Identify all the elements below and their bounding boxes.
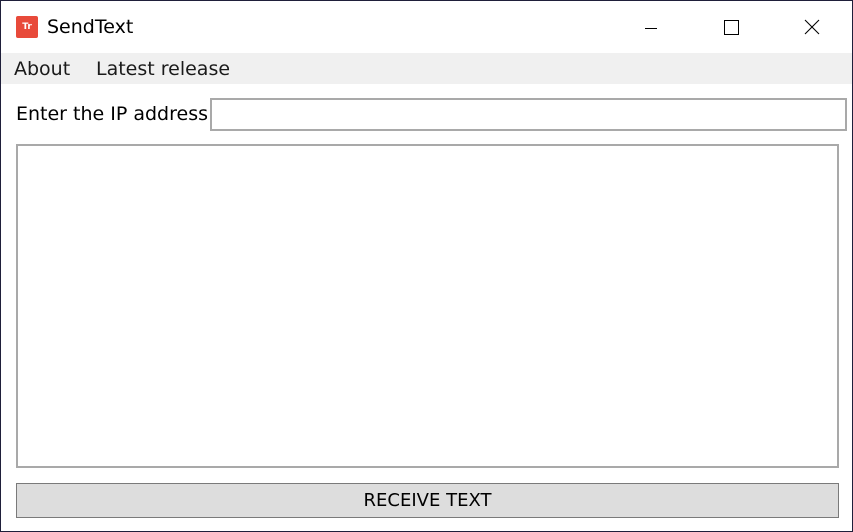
maximize-icon [724, 20, 739, 35]
menu-item-about[interactable]: About [14, 56, 70, 82]
maximize-button[interactable] [691, 1, 771, 53]
close-button[interactable] [772, 1, 852, 53]
app-window: Tr SendText About Latest release Enter t… [0, 0, 853, 532]
app-icon: Tr [16, 16, 38, 38]
menu-item-latest-release[interactable]: Latest release [96, 56, 230, 82]
receive-text-button[interactable]: RECEIVE TEXT [16, 483, 839, 518]
ip-address-label: Enter the IP address: [16, 103, 215, 125]
minimize-button[interactable] [611, 1, 691, 53]
window-title: SendText [47, 16, 134, 38]
ip-address-input[interactable] [210, 98, 847, 131]
minimize-icon [645, 28, 657, 29]
title-bar[interactable]: Tr SendText [1, 1, 852, 53]
received-text-area[interactable] [16, 144, 839, 468]
close-icon [804, 19, 820, 35]
menu-bar: About Latest release [1, 53, 852, 84]
